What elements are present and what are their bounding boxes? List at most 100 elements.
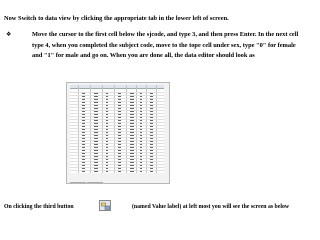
grid-cell-value	[140, 120, 142, 121]
grid-cell-value	[140, 96, 142, 97]
grid-cell-value	[150, 132, 153, 133]
grid-cell-value	[94, 159, 98, 160]
grid-header	[70, 85, 164, 89]
grid-cell-value	[130, 132, 134, 133]
grid-cell-value	[150, 156, 153, 157]
grid-cell-value	[106, 141, 108, 142]
grid-cell-value	[150, 153, 153, 154]
grid-cell-value	[150, 99, 153, 100]
data-view-tab	[70, 182, 86, 183]
grid-cell-value	[130, 120, 134, 121]
grid-cell-value	[140, 117, 142, 118]
value-labels-button-icon	[99, 200, 111, 211]
grid-cell-value	[140, 132, 142, 133]
grid-cell-value	[140, 138, 142, 139]
grid-cell-value	[106, 153, 108, 154]
grid-cell-value	[130, 114, 134, 115]
grid-cell-value	[106, 96, 108, 97]
instruction-text: Move the cursor to the first cell below …	[32, 31, 299, 59]
grid-cell-value	[82, 102, 85, 103]
grid-cell-value	[118, 123, 121, 124]
grid-cell-value	[94, 135, 98, 136]
data-grid	[70, 85, 164, 173]
grid-cell-value	[94, 120, 98, 121]
grid-cell-value	[140, 102, 142, 103]
grid-cell-value	[140, 135, 142, 136]
grid-cell-value	[130, 105, 134, 106]
grid-cell-value	[130, 126, 134, 127]
grid-cell-value	[140, 108, 142, 109]
grid-cell-value	[140, 162, 142, 163]
grid-cell-value	[106, 159, 108, 160]
grid-cell-value	[130, 150, 134, 151]
grid-cell-value	[94, 153, 98, 154]
grid-cell-value	[140, 126, 142, 127]
grid-cell-value	[130, 108, 134, 109]
grid-cell-value	[150, 117, 153, 118]
grid-cell-value	[82, 99, 85, 100]
grid-cell-value	[150, 168, 153, 169]
grid-cell-value	[94, 129, 98, 130]
grid-cell-value	[118, 96, 121, 97]
grid-cell-value	[94, 168, 98, 169]
page-heading: Now Switch to data view by clicking the …	[4, 15, 229, 22]
grid-cell-value	[106, 105, 108, 106]
grid-cell-value	[118, 105, 121, 106]
grid-cell-value	[118, 102, 121, 103]
grid-cell-value	[118, 132, 121, 133]
grid-cell-value	[118, 93, 121, 94]
grid-cell-value	[150, 159, 153, 160]
grid-cell-value	[106, 168, 108, 169]
grid-cell-value	[106, 99, 108, 100]
grid-cell-value	[150, 147, 153, 148]
grid-cell-value	[94, 117, 98, 118]
footer-line: On clicking the third button (named Valu…	[4, 200, 316, 214]
grid-cell-value	[106, 117, 108, 118]
grid-cell-value	[82, 108, 85, 109]
grid-cell-value	[94, 93, 98, 94]
grid-cell-value	[118, 171, 121, 172]
grid-cell-value	[94, 162, 98, 163]
grid-cell-value	[94, 123, 98, 124]
grid-cell-value	[150, 93, 153, 94]
grid-cell-value	[140, 129, 142, 130]
grid-cell-value	[106, 108, 108, 109]
variable-view-tab	[87, 182, 103, 183]
grid-cell-value	[82, 132, 85, 133]
grid-cell-value	[106, 171, 108, 172]
grid-cell-value	[82, 162, 85, 163]
grid-cell-value	[106, 156, 108, 157]
grid-cell-value	[106, 111, 108, 112]
grid-cell-value	[94, 165, 98, 166]
grid-cell-value	[106, 126, 108, 127]
grid-cell-value	[82, 96, 85, 97]
grid-cell-value	[82, 126, 85, 127]
grid-cell-value	[140, 111, 142, 112]
grid-cell-value	[106, 132, 108, 133]
grid-cell-value	[130, 129, 134, 130]
grid-cell-value	[150, 120, 153, 121]
grid-cell-value	[106, 120, 108, 121]
grid-cell-value	[150, 165, 153, 166]
grid-cell-value	[118, 120, 121, 121]
grid-cell-value	[118, 135, 121, 136]
grid-cell-value	[130, 93, 134, 94]
grid-cell-value	[106, 129, 108, 130]
grid-cell-value	[118, 126, 121, 127]
grid-cell-value	[140, 99, 142, 100]
grid-cell-value	[140, 114, 142, 115]
grid-cell-value	[130, 96, 134, 97]
grid-cell-value	[118, 153, 121, 154]
grid-cell-value	[106, 123, 108, 124]
grid-cell-value	[94, 141, 98, 142]
grid-cell-value	[130, 99, 134, 100]
grid-cell-value	[82, 105, 85, 106]
grid-cell-value	[130, 111, 134, 112]
grid-cell-value	[106, 138, 108, 139]
grid-cell-value	[94, 108, 98, 109]
grid-cell-value	[94, 144, 98, 145]
grid-cell-value	[118, 150, 121, 151]
grid-cell-value	[82, 135, 85, 136]
grid-cell-value	[118, 156, 121, 157]
grid-cell-value	[94, 99, 98, 100]
